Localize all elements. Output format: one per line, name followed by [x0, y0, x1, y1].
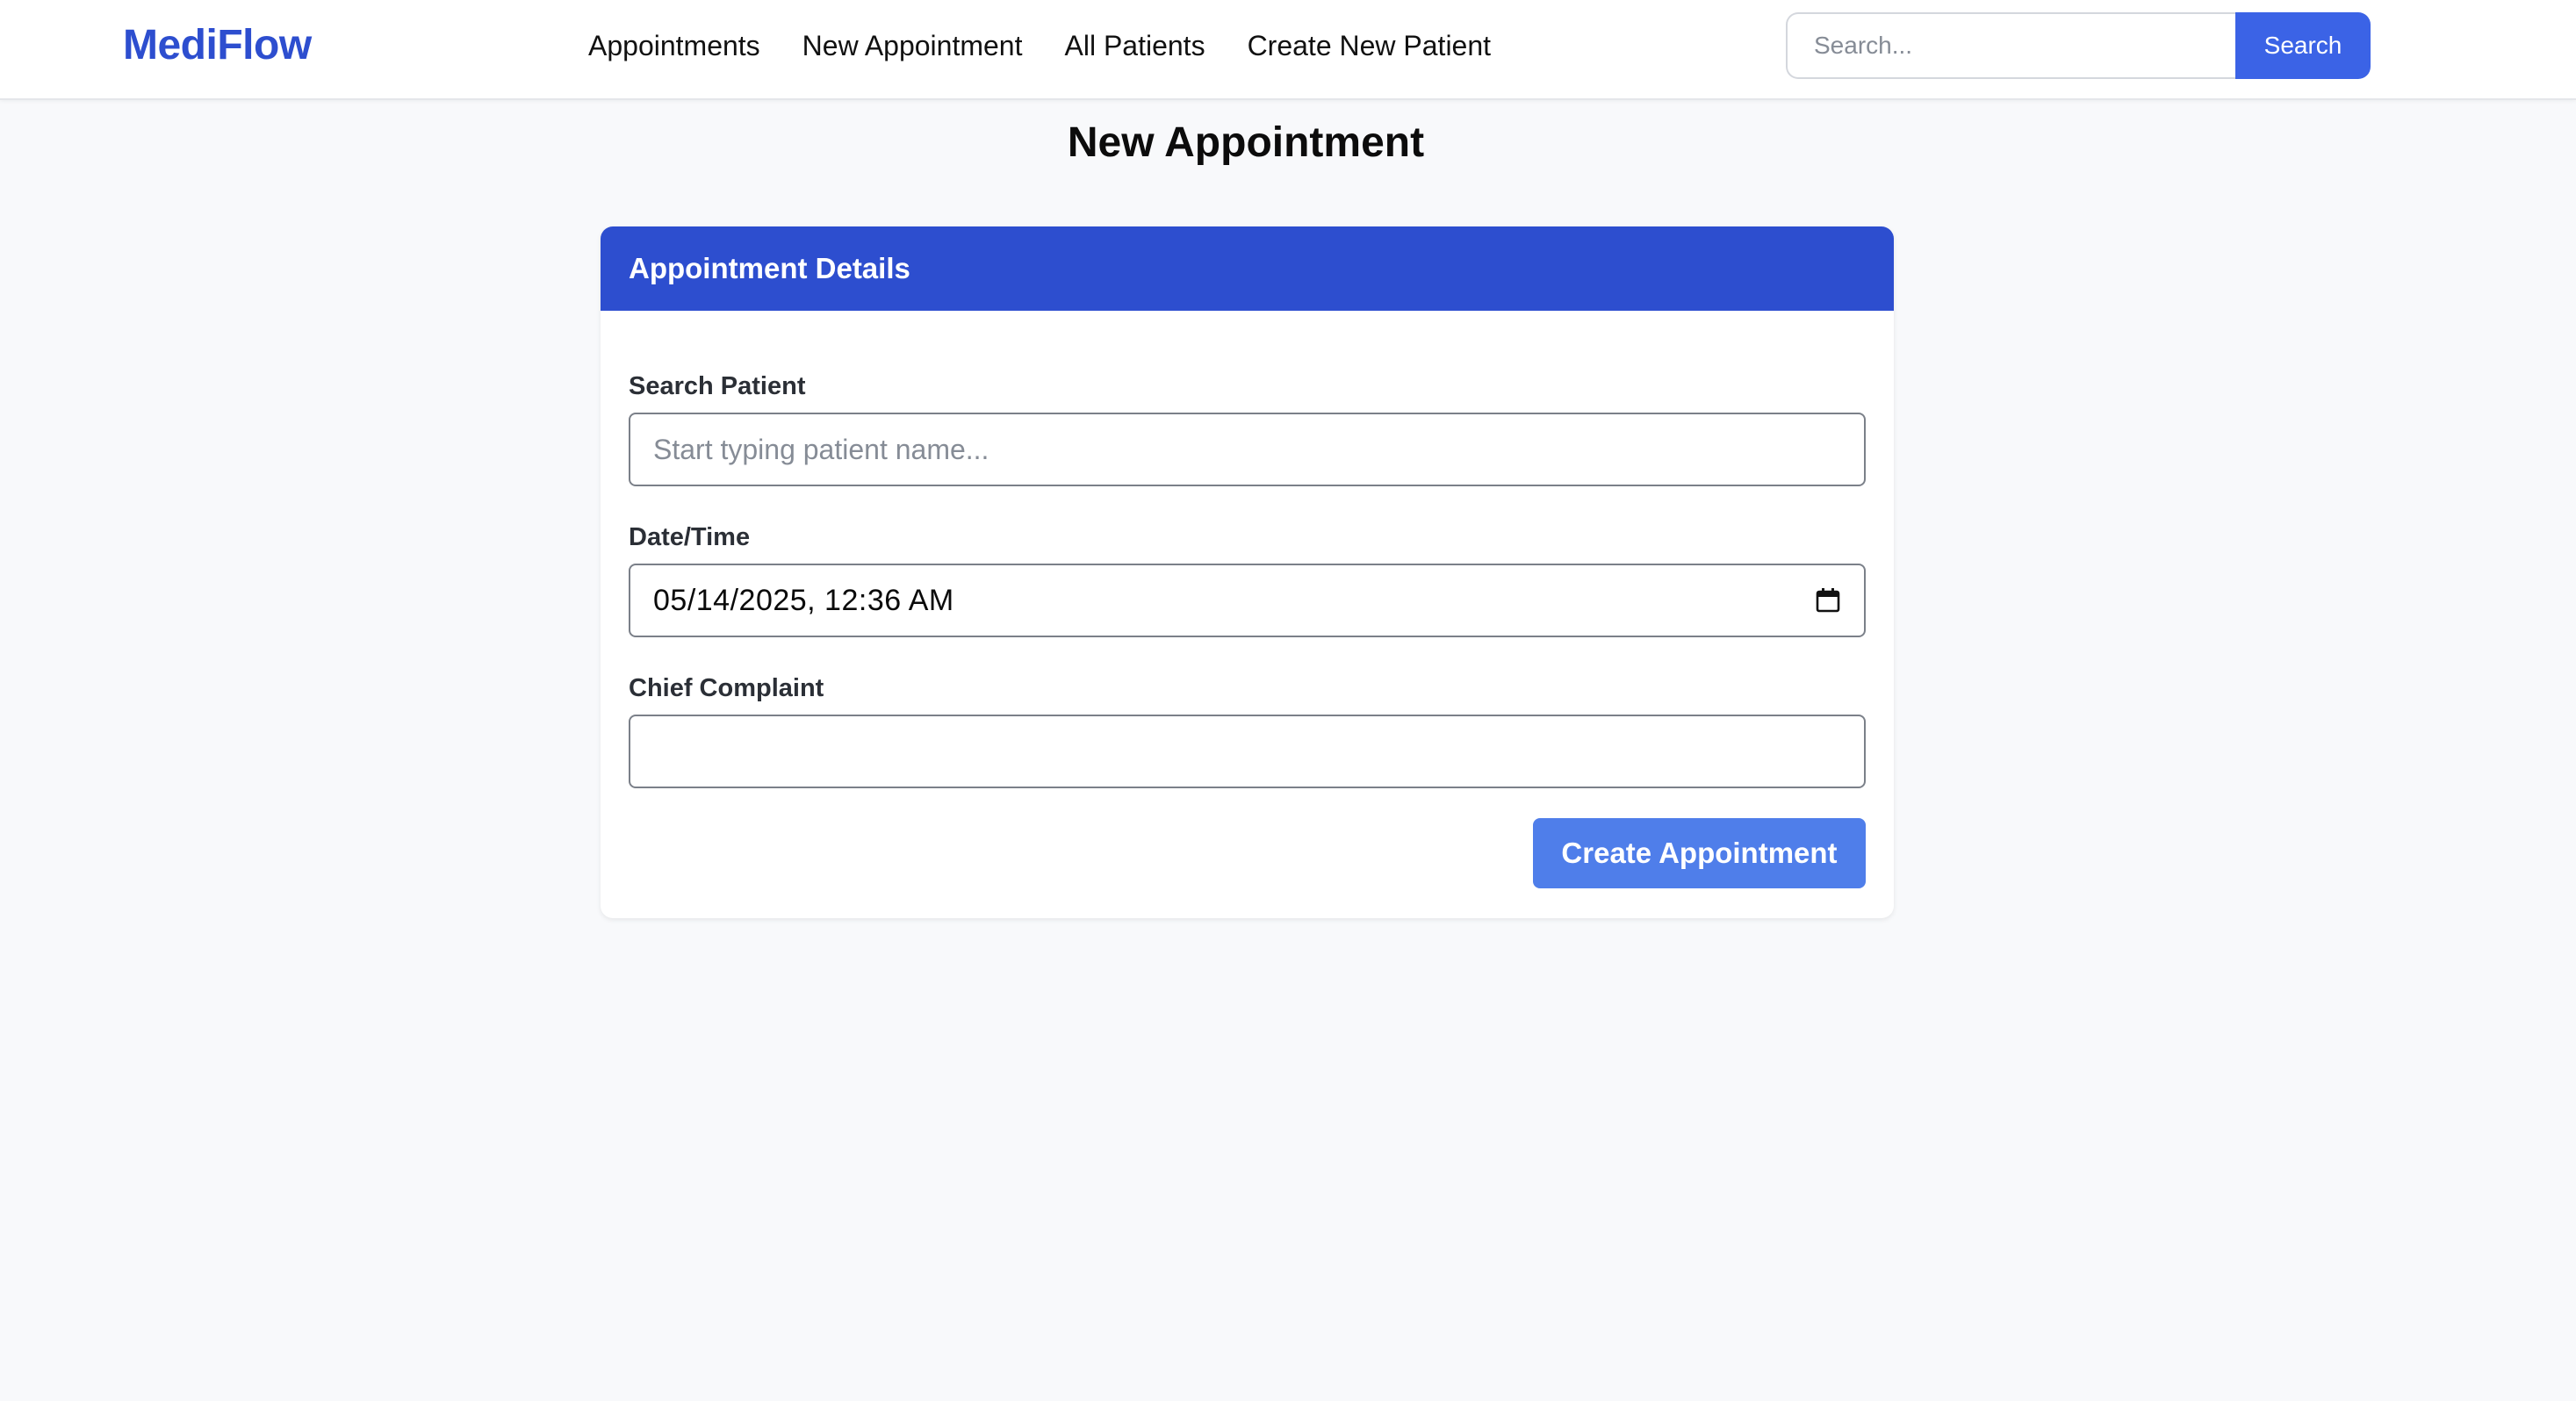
search-patient-input[interactable]: [629, 413, 1866, 486]
nav-link-new-appointment[interactable]: New Appointment: [802, 26, 1023, 65]
global-search: Search: [1786, 12, 2371, 79]
page-title: New Appointment: [1067, 119, 1425, 166]
search-patient-label: Search Patient: [629, 372, 806, 400]
nav-link-all-patients[interactable]: All Patients: [1064, 26, 1205, 65]
calendar-icon-graphic: [1816, 588, 1840, 613]
chief-complaint-input[interactable]: [629, 715, 1866, 788]
chief-complaint-label: Chief Complaint: [629, 674, 824, 702]
card-header-title: Appointment Details: [629, 252, 910, 284]
global-search-input[interactable]: [1786, 12, 2235, 79]
appointment-details-card: Appointment Details Search Patient Date/…: [601, 226, 1894, 918]
create-appointment-button[interactable]: Create Appointment: [1533, 818, 1866, 888]
nav-link-appointments[interactable]: Appointments: [588, 26, 760, 65]
calendar-icon[interactable]: [1815, 587, 1841, 614]
brand-logo[interactable]: MediFlow: [123, 19, 312, 72]
datetime-value: 05/14/2025, 12:36 AM: [653, 583, 954, 617]
datetime-input[interactable]: 05/14/2025, 12:36 AM: [629, 564, 1866, 637]
card-header: Appointment Details: [601, 226, 1894, 311]
main-nav: Appointments New Appointment All Patient…: [588, 26, 1491, 65]
top-navbar: MediFlow Appointments New Appointment Al…: [0, 0, 2576, 100]
global-search-button[interactable]: Search: [2235, 12, 2371, 79]
datetime-label: Date/Time: [629, 523, 751, 551]
nav-link-create-new-patient[interactable]: Create New Patient: [1248, 26, 1491, 65]
